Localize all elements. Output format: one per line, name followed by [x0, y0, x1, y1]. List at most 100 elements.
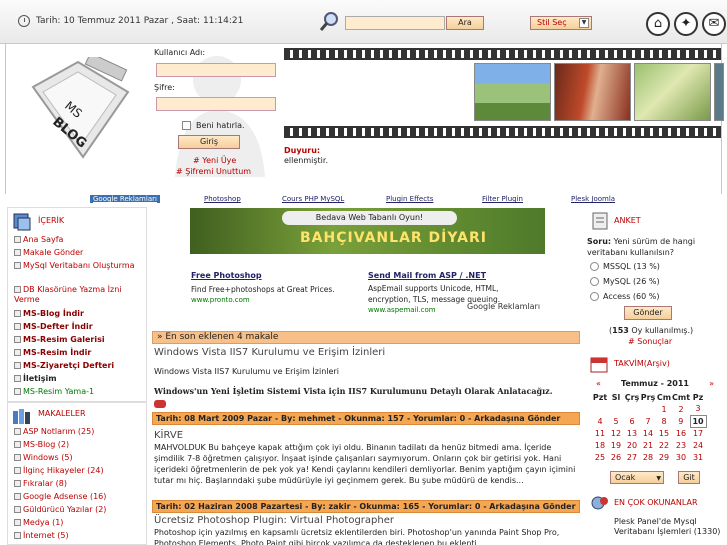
- login-button[interactable]: Giriş: [178, 135, 240, 149]
- read-more-icon[interactable]: [154, 400, 166, 408]
- prev-month-button[interactable]: «: [596, 379, 601, 388]
- content-title: İÇERİK: [38, 216, 65, 225]
- gallery-thumb[interactable]: [554, 63, 631, 121]
- ad-link[interactable]: Filter Plugin: [482, 195, 523, 203]
- calendar-day[interactable]: 8: [656, 415, 672, 427]
- calendar-day[interactable]: 21: [640, 439, 656, 451]
- sidebar-item-ms-patch[interactable]: MS-Resim Yama-1: [14, 387, 142, 397]
- calendar-day[interactable]: 29: [656, 451, 672, 463]
- calendar-day[interactable]: 16: [672, 427, 690, 439]
- register-link[interactable]: # Yeni Üye: [193, 156, 236, 165]
- style-select[interactable]: Stil Seç ▼: [530, 16, 592, 30]
- sidebar-item-contact[interactable]: İletişim: [14, 374, 142, 384]
- latest-articles-header: » En son eklenen 4 makale: [152, 331, 580, 344]
- ad2-url[interactable]: www.aspemail.com: [368, 306, 436, 314]
- calendar-day[interactable]: 27: [624, 451, 640, 463]
- calendar-day[interactable]: 2: [672, 403, 690, 415]
- sidebar-item-ms-guestbook[interactable]: MS-Ziyaretçi Defteri: [14, 361, 142, 371]
- article-title[interactable]: Windows Vista IIS7 Kurulumu ve Erişim İz…: [154, 347, 385, 358]
- calendar-day[interactable]: 17: [690, 427, 706, 439]
- remember-me-checkbox[interactable]: [182, 121, 191, 130]
- calendar-day[interactable]: 28: [640, 451, 656, 463]
- calendar-day[interactable]: 15: [656, 427, 672, 439]
- calendar-day[interactable]: 19: [608, 439, 624, 451]
- poll-option-radio[interactable]: [590, 277, 599, 286]
- calendar-day[interactable]: 31: [690, 451, 706, 463]
- vote-button[interactable]: Gönder: [624, 306, 672, 320]
- calendar-day[interactable]: 22: [656, 439, 672, 451]
- ad2-title[interactable]: Send Mail from ASP / .NET: [368, 271, 486, 280]
- next-month-button[interactable]: »: [709, 379, 714, 388]
- calendar-day[interactable]: 13: [624, 427, 640, 439]
- calendar-day[interactable]: 20: [624, 439, 640, 451]
- poll-results-link[interactable]: # Sonuçlar: [628, 337, 672, 346]
- gallery-thumb[interactable]: [474, 63, 551, 121]
- category-item[interactable]: Windows (5): [14, 453, 142, 463]
- ad-link[interactable]: Photoshop: [204, 195, 241, 203]
- search-button[interactable]: Ara: [446, 16, 484, 30]
- ad-link[interactable]: Cours PHP MySQL: [282, 195, 344, 203]
- category-item[interactable]: Güldürücü Yazılar (2): [14, 505, 142, 515]
- sidebar-item-submit-article[interactable]: Makale Gönder: [14, 248, 142, 258]
- gallery-thumb[interactable]: [634, 63, 711, 121]
- calendar-day[interactable]: 12: [608, 427, 624, 439]
- sidebar-item-ms-gallery[interactable]: MS-Resim Galerisi: [14, 335, 142, 345]
- ad1-url[interactable]: www.pronto.com: [191, 296, 250, 304]
- google-ads-brand[interactable]: Google Reklamları: [467, 302, 540, 311]
- calendar-day[interactable]: 30: [672, 451, 690, 463]
- calendar-day[interactable]: 23: [672, 439, 690, 451]
- calendar-day[interactable]: 4: [592, 415, 608, 427]
- category-item[interactable]: Fıkralar (8): [14, 479, 142, 489]
- bullet-icon: [14, 236, 21, 243]
- poll-option-radio[interactable]: [590, 292, 599, 301]
- poll-icon: [592, 212, 608, 230]
- ad1-title[interactable]: Free Photoshop: [191, 271, 262, 280]
- sidebar-item-ms-defter[interactable]: MS-Defter İndir: [14, 322, 142, 332]
- article-title[interactable]: Ücretsiz Photoshop Plugin: Virtual Photo…: [154, 515, 394, 526]
- gallery-thumb[interactable]: [714, 63, 724, 121]
- calendar-day[interactable]: 18: [592, 439, 608, 451]
- category-item[interactable]: İlginç Hikayeler (24): [14, 466, 142, 476]
- filmstrip-top: [284, 48, 721, 60]
- category-item[interactable]: ASP Notlarım (25): [14, 427, 142, 437]
- sidebar-item-home[interactable]: Ana Sayfa: [14, 235, 142, 245]
- calendar-day[interactable]: 10: [689, 414, 707, 428]
- forgot-password-link[interactable]: # Şifremi Unuttum: [176, 167, 251, 176]
- sidebar-item-mysql[interactable]: MySql Veritabanı Oluşturma: [14, 261, 142, 271]
- password-field[interactable]: [156, 97, 276, 111]
- category-item[interactable]: MS-Blog (2): [14, 440, 142, 450]
- calendar-day[interactable]: 7: [640, 415, 656, 427]
- game-ad-banner[interactable]: Bedava Web Tabanlı Oyun! BAHÇIVANLAR DİY…: [190, 208, 545, 254]
- calendar-day[interactable]: 3: [690, 403, 706, 415]
- google-ads-link[interactable]: Google Reklamları: [90, 195, 160, 203]
- popular-item[interactable]: Plesk Panel'de Mysql Veritabanı İşlemler…: [614, 517, 722, 537]
- calendar-day[interactable]: 14: [640, 427, 656, 439]
- calendar-day[interactable]: 1: [656, 403, 672, 415]
- calendar-day[interactable]: 6: [624, 415, 640, 427]
- article-title[interactable]: KİRVE: [154, 430, 183, 441]
- mail-icon[interactable]: ✉: [702, 12, 726, 36]
- calendar-day[interactable]: 11: [592, 427, 608, 439]
- home-icon[interactable]: ⌂: [646, 12, 670, 36]
- calendar-week: 4 5 6 7 8 9 10: [592, 414, 707, 428]
- category-item[interactable]: Google Adsense (16): [14, 492, 142, 502]
- calendar-day[interactable]: 26: [608, 451, 624, 463]
- category-item[interactable]: İnternet (5): [14, 531, 142, 541]
- sidebar-item-ms-blog[interactable]: MS-Blog İndir: [14, 309, 142, 319]
- sidebar-item-ms-resim[interactable]: MS-Resim İndir: [14, 348, 142, 358]
- go-button[interactable]: Git: [678, 471, 700, 484]
- poll-option-radio[interactable]: [590, 262, 599, 271]
- category-item[interactable]: Medya (1): [14, 518, 142, 528]
- calendar-day[interactable]: 9: [672, 415, 690, 427]
- search-input[interactable]: [345, 16, 445, 30]
- month-select[interactable]: Ocak ▼: [610, 471, 664, 484]
- ad-link[interactable]: Plesk Joomla: [571, 195, 615, 203]
- ad-link[interactable]: Plugin Effects: [386, 195, 433, 203]
- calendar-day[interactable]: 25: [592, 451, 608, 463]
- calendar-day[interactable]: 24: [690, 439, 706, 451]
- bookmark-icon[interactable]: ✦: [674, 12, 698, 36]
- calendar-day[interactable]: 5: [608, 415, 624, 427]
- vote-count-suffix: Oy kullanılmış.): [631, 326, 694, 335]
- username-field[interactable]: [156, 63, 276, 77]
- sidebar-item-db-permission[interactable]: DB Klasörüne Yazma İzni Verme: [14, 285, 142, 305]
